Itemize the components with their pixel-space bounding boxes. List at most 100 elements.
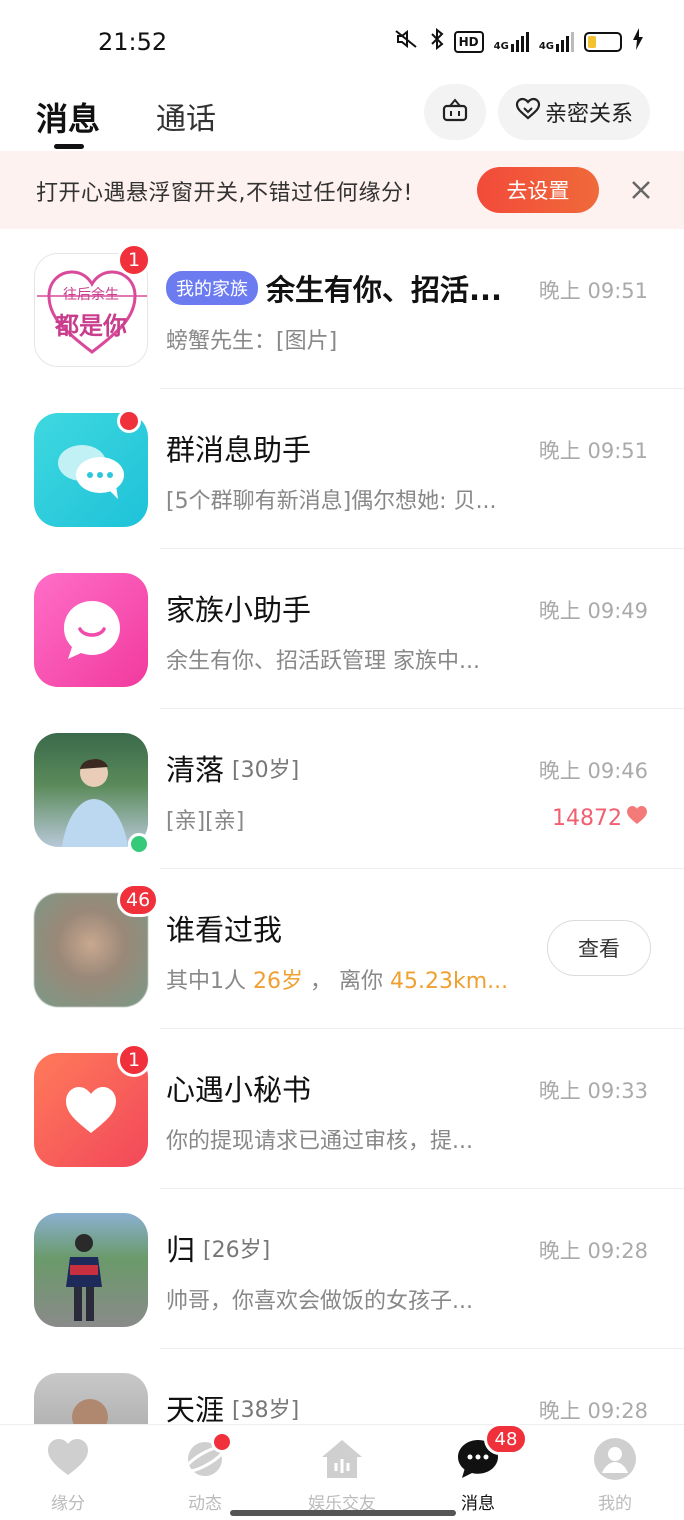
message-time: 晚上 09:28 bbox=[538, 1399, 648, 1423]
preview-age: 26岁 bbox=[253, 969, 303, 994]
name-row: 天涯 [38岁] bbox=[166, 1387, 299, 1429]
visitor-count-badge: 46 bbox=[117, 883, 160, 917]
nav-item-entertainment[interactable]: 娱乐交友 bbox=[292, 1437, 392, 1514]
nav-label: 缘分 bbox=[51, 1494, 85, 1514]
message-preview: 其中1人 26岁 ， 离你 45.23km... bbox=[166, 963, 508, 995]
preview-distance: 45.23km... bbox=[389, 969, 509, 994]
planet-icon bbox=[183, 1431, 233, 1481]
view-button[interactable]: 查看 bbox=[547, 920, 651, 976]
preview-mid: ， 离你 bbox=[303, 969, 390, 994]
signal-icon-2: 4G bbox=[538, 31, 574, 52]
bottom-nav: 缘分 动态 娱乐交友 48 消息 我的 bbox=[0, 1423, 684, 1520]
message-time: 晚上 09:49 bbox=[538, 599, 648, 623]
chat-name: 清落 bbox=[166, 753, 225, 787]
heart-icon bbox=[64, 1085, 118, 1139]
name-row: 家族小助手 bbox=[166, 587, 311, 629]
name-row: 心遇小秘书 bbox=[166, 1067, 311, 1109]
house-icon bbox=[320, 1437, 364, 1481]
chat-name: 谁看过我 bbox=[166, 913, 283, 947]
message-preview: 你的提现请求已通过审核，提... bbox=[166, 1129, 473, 1154]
nav-item-messages[interactable]: 48 消息 bbox=[428, 1423, 528, 1514]
message-preview: [亲][亲] bbox=[166, 809, 245, 834]
nav-item-profile[interactable]: 我的 bbox=[565, 1437, 665, 1514]
heart-icon bbox=[46, 1437, 90, 1481]
message-preview: 余生有你、招活跃管理 家族中... bbox=[166, 649, 480, 674]
hd-badge: HD bbox=[453, 30, 484, 53]
avatar-text-main: 都是你 bbox=[55, 312, 127, 340]
charging-icon bbox=[632, 28, 644, 55]
unread-badge: 1 bbox=[117, 1043, 151, 1077]
chat-name: 天涯 bbox=[166, 1393, 225, 1427]
chat-name: 归 bbox=[166, 1233, 196, 1267]
family-tag: 我的家族 bbox=[166, 271, 258, 305]
message-preview: 螃蟹先生：[图片] bbox=[166, 329, 338, 354]
name-row: 谁看过我 bbox=[166, 907, 282, 949]
chat-bubble-icon: 48 bbox=[456, 1423, 528, 1481]
message-time: 晚上 09:51 bbox=[538, 439, 648, 463]
nav-item-moments[interactable]: 动态 bbox=[155, 1431, 255, 1514]
smile-bubble-icon bbox=[60, 597, 124, 667]
signal-icon-1: 4G bbox=[493, 31, 529, 52]
status-icons: HD 4G 4G bbox=[394, 27, 644, 55]
list-item[interactable]: 清落 [30岁] 晚上 09:46 [亲][亲] 14872 bbox=[0, 709, 684, 869]
tab-messages-label: 消息 bbox=[36, 100, 101, 138]
nav-label: 我的 bbox=[598, 1494, 632, 1514]
name-row: 归 [26岁] bbox=[166, 1227, 270, 1269]
profile-icon bbox=[593, 1437, 637, 1481]
list-item[interactable]: 群消息助手 晚上 09:51 [5个群聊有新消息]偶尔想她: 贝... bbox=[0, 389, 684, 549]
online-status-dot bbox=[128, 833, 150, 855]
net-type-2: 4G bbox=[538, 40, 554, 52]
unread-badge: 1 bbox=[117, 243, 151, 277]
avatar bbox=[34, 1213, 148, 1327]
tab-calls[interactable]: 通话 bbox=[156, 94, 216, 138]
home-indicator bbox=[230, 1510, 456, 1516]
chat-name: 家族小助手 bbox=[166, 593, 312, 627]
intimacy-value: 14872 bbox=[552, 805, 648, 831]
avatar bbox=[34, 733, 148, 847]
tab-messages[interactable]: 消息 bbox=[36, 94, 101, 149]
list-item[interactable]: 46 谁看过我 其中1人 26岁 ， 离你 45.23km... 查看 bbox=[0, 869, 684, 1029]
message-time: 晚上 09:46 bbox=[538, 759, 648, 783]
message-time: 晚上 09:28 bbox=[538, 1239, 648, 1263]
basket-icon bbox=[442, 98, 468, 126]
go-settings-button[interactable]: 去设置 bbox=[477, 167, 599, 213]
intimacy-number: 14872 bbox=[552, 805, 622, 831]
chat-name: 心遇小秘书 bbox=[166, 1073, 312, 1107]
heart-link-icon bbox=[515, 97, 541, 127]
avatar-text-top: 往后余生 bbox=[63, 287, 119, 303]
heart-icon bbox=[626, 805, 648, 831]
close-icon[interactable] bbox=[628, 175, 654, 205]
unread-dot bbox=[117, 409, 141, 433]
list-item[interactable]: 家族小助手 晚上 09:49 余生有你、招活跃管理 家族中... bbox=[0, 549, 684, 709]
nav-item-fate[interactable]: 缘分 bbox=[18, 1437, 118, 1514]
chat-name: 余生有你、招活... bbox=[266, 273, 503, 307]
message-time: 晚上 09:33 bbox=[538, 1079, 648, 1103]
battery-icon bbox=[584, 31, 622, 52]
name-row: 我的家族 余生有你、招活... bbox=[166, 267, 502, 309]
age-label: [30岁] bbox=[232, 758, 300, 783]
active-tab-indicator bbox=[54, 144, 84, 149]
age-label: [38岁] bbox=[232, 1398, 300, 1423]
net-type-1: 4G bbox=[493, 40, 509, 52]
chat-name: 群消息助手 bbox=[166, 433, 312, 467]
name-row: 清落 [30岁] bbox=[166, 747, 299, 789]
bluetooth-icon bbox=[430, 27, 444, 55]
list-item[interactable]: 归 [26岁] 晚上 09:28 帅哥，你喜欢会做饭的女孩子... bbox=[0, 1189, 684, 1349]
avatar bbox=[34, 573, 148, 687]
message-preview: [5个群聊有新消息]偶尔想她: 贝... bbox=[166, 489, 497, 514]
chat-bubbles-icon bbox=[56, 441, 128, 505]
message-preview: 帅哥，你喜欢会做饭的女孩子... bbox=[166, 1289, 473, 1314]
list-item[interactable]: 往后余生 都是你 1 我的家族 余生有你、招活... 晚上 09:51 螃蟹先生… bbox=[0, 229, 684, 389]
header: 消息 通话 亲密关系 bbox=[0, 84, 684, 150]
message-time: 晚上 09:51 bbox=[538, 279, 648, 303]
moments-dot bbox=[211, 1431, 233, 1453]
list-item[interactable]: 1 心遇小秘书 晚上 09:33 你的提现请求已通过审核，提... bbox=[0, 1029, 684, 1189]
preview-prefix: 其中1人 bbox=[166, 969, 253, 994]
floating-window-banner: 打开心遇悬浮窗开关,不错过任何缘分! 去设置 bbox=[0, 151, 684, 229]
intimacy-button[interactable]: 亲密关系 bbox=[498, 84, 650, 140]
age-label: [26岁] bbox=[203, 1238, 271, 1263]
status-bar: 21:52 HD 4G 4G bbox=[0, 0, 684, 84]
message-list: 往后余生 都是你 1 我的家族 余生有你、招活... 晚上 09:51 螃蟹先生… bbox=[0, 229, 684, 1509]
shop-button[interactable] bbox=[424, 84, 486, 140]
messages-nav-badge: 48 bbox=[484, 1423, 528, 1455]
